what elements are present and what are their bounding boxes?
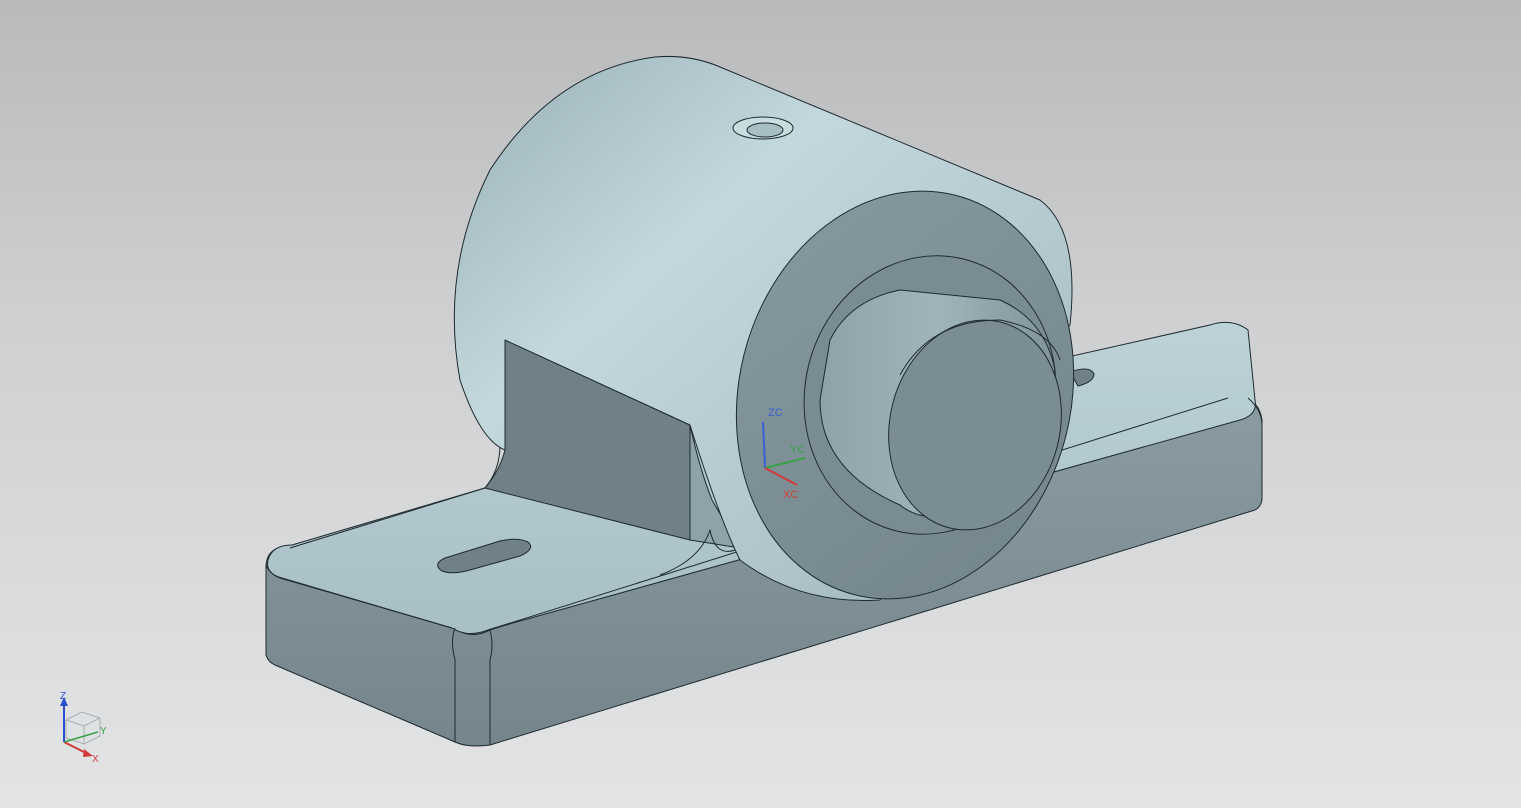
wcs-y-label: YC <box>790 444 805 456</box>
view-z-label: Z <box>60 691 66 702</box>
wcs-z-label: ZC <box>768 407 783 419</box>
view-triad[interactable]: Z X Y <box>60 691 107 765</box>
view-x-label: X <box>92 754 99 765</box>
pillow-block-model[interactable] <box>265 55 1263 747</box>
oil-hole-inner <box>746 122 784 138</box>
wcs-x-label: XC <box>783 489 798 501</box>
view-y-label: Y <box>100 726 107 737</box>
model-canvas[interactable]: ZC YC XC Z X Y <box>0 0 1521 808</box>
graphics-viewport[interactable]: ZC YC XC Z X Y <box>0 0 1521 808</box>
